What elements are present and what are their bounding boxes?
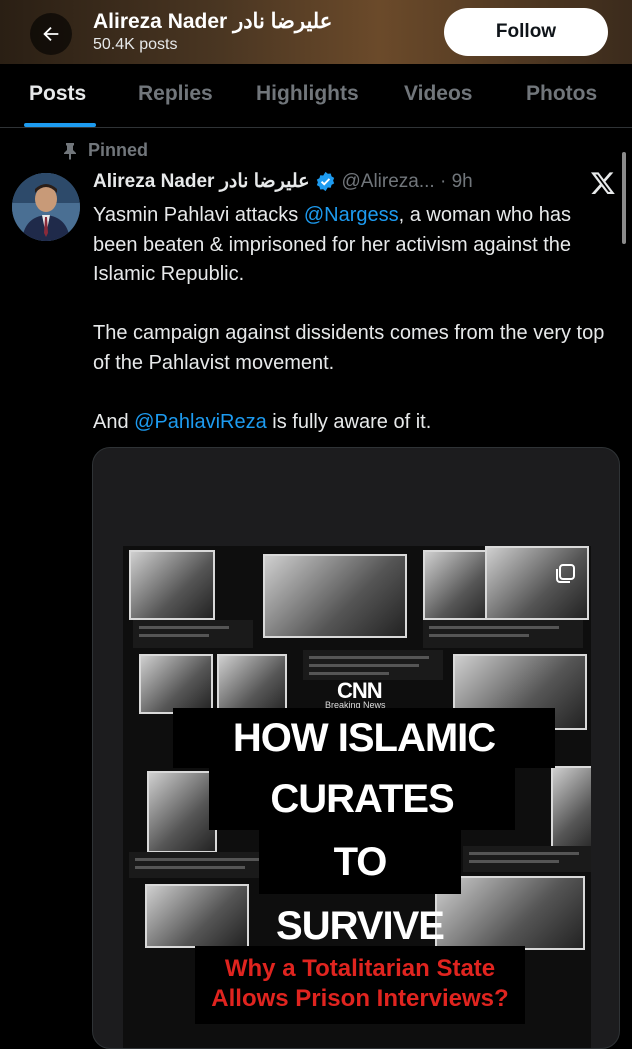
subtitle-red-text: Why a Totalitarian State Allows Prison I… — [195, 946, 525, 1024]
profile-name: Alireza Nader علیرضا نادر — [93, 10, 333, 33]
profile-header: Alireza Nader علیرضا نادر 50.4K posts Fo… — [0, 0, 632, 64]
collage-photo — [551, 766, 591, 856]
arrow-left-icon — [43, 26, 59, 42]
tweet-text: Yasmin Pahlavi attacks @Nargess, a woman… — [93, 201, 613, 437]
pin-icon — [64, 142, 76, 160]
mention-link-pahlavireza[interactable]: @PahlaviReza — [134, 411, 267, 433]
headline-line-1: HOW ISLAMIC REPUBLIC — [173, 708, 555, 820]
tab-photos[interactable]: Photos — [526, 82, 597, 106]
tweet-text-segment: And — [93, 410, 135, 433]
collage-text-card — [303, 650, 443, 680]
tweet-header: Alireza Nader علیرضا نادر @Alireza... · … — [93, 170, 473, 193]
pinned-text: Pinned — [88, 140, 149, 160]
tweet-media[interactable]: CNN Breaking News HOW ISLAMIC REPUBLIC C… — [92, 447, 620, 1049]
tweet-paragraph-2: The campaign against dissidents comes fr… — [93, 322, 605, 374]
collage-text-card — [129, 852, 279, 878]
tweet-paragraph-3: And @PahlaviReza is fully aware of it. — [93, 408, 613, 438]
collage-photo — [145, 884, 249, 948]
verified-badge-icon — [316, 171, 334, 192]
pinned-label: Pinned — [62, 140, 148, 161]
tab-posts[interactable]: Posts — [29, 82, 86, 106]
tab-videos[interactable]: Videos — [404, 82, 472, 106]
profile-tabs: Posts Replies Highlights Videos Photos — [0, 64, 632, 128]
tab-highlights[interactable]: Highlights — [256, 82, 359, 106]
tab-replies[interactable]: Replies — [138, 82, 213, 106]
active-tab-indicator — [24, 123, 96, 127]
post-count: 50.4K posts — [93, 36, 178, 53]
headline-line-2: CURATES DISSENT — [209, 768, 515, 883]
media-collage-image: CNN Breaking News HOW ISLAMIC REPUBLIC C… — [123, 546, 591, 1048]
collage-text-card — [133, 620, 253, 648]
collage-photo — [263, 554, 407, 638]
subtitle-line-2: Allows Prison Interviews? — [211, 985, 509, 1012]
scrollbar[interactable] — [622, 152, 626, 244]
tweet-text-segment: is fully aware of it. — [266, 410, 432, 433]
back-button[interactable] — [30, 13, 72, 55]
collage-text-card — [423, 620, 583, 648]
x-logo-icon — [590, 170, 616, 201]
collage-photo — [129, 550, 215, 620]
author-photo — [12, 173, 80, 241]
mention-link-nargess[interactable]: @Nargess — [304, 204, 399, 226]
tweet-paragraph-1: Yasmin Pahlavi attacks @Nargess, a woman… — [93, 201, 613, 290]
collage-photo — [147, 771, 217, 853]
avatar[interactable] — [12, 173, 80, 241]
multi-image-icon — [555, 564, 575, 589]
headline-line-3: TO SURVIVE — [259, 830, 461, 948]
collage-photo — [139, 654, 213, 714]
follow-button[interactable]: Follow — [444, 8, 608, 56]
author-handle-time: @Alireza... · 9h — [341, 170, 473, 192]
tweet-text-segment: Yasmin Pahlavi attacks — [93, 204, 304, 226]
author-name[interactable]: Alireza Nader علیرضا نادر — [93, 170, 310, 193]
subtitle-line-1: Why a Totalitarian State — [224, 955, 496, 982]
collage-text-card — [463, 846, 591, 872]
